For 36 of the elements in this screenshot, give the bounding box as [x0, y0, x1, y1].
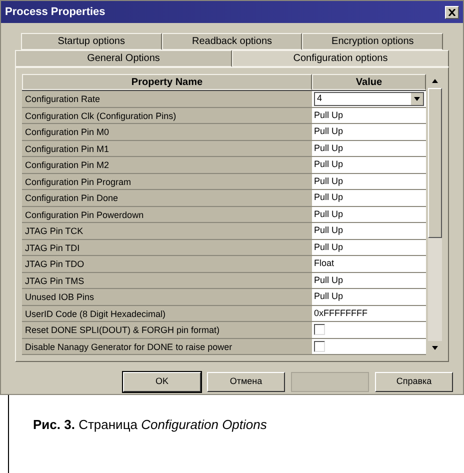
- window-title: Process Properties: [5, 4, 106, 20]
- property-name-cell: JTAG Pin TDI: [22, 240, 312, 255]
- scroll-thumb[interactable]: [428, 88, 442, 238]
- close-icon: [448, 8, 456, 16]
- property-name-cell: Configuration Clk (Configuration Pins): [22, 108, 312, 123]
- property-name-cell: Unused IOB Pins: [22, 289, 312, 304]
- property-name-cell: Configuration Pin M1: [22, 140, 312, 156]
- checkbox[interactable]: [314, 340, 325, 352]
- tab[interactable]: Encryption options: [302, 33, 444, 50]
- property-name-cell: UserID Code (8 Digit Hexadecimal): [22, 306, 312, 321]
- property-name-cell: JTAG Pin TDO: [22, 256, 312, 272]
- tab[interactable]: Configuration options: [232, 50, 449, 67]
- dialog-button[interactable]: OK: [123, 372, 201, 392]
- tab[interactable]: Readback options: [162, 33, 302, 50]
- dialog-button[interactable]: Справка: [375, 372, 453, 392]
- property-name-cell: Configuration Rate: [22, 91, 312, 106]
- property-name-cell: JTAG Pin TCK: [22, 223, 312, 238]
- property-name-cell: Configuration Pin Program: [22, 174, 312, 189]
- column-header: Value: [312, 74, 426, 90]
- property-name-cell: Disable Nanagy Generator for DONE to raise power: [22, 338, 312, 354]
- dialog-button[interactable]: Отмена: [207, 372, 285, 392]
- tab[interactable]: General Options: [15, 50, 232, 67]
- dropdown-value: 4: [317, 92, 322, 105]
- close-button[interactable]: [445, 6, 459, 18]
- figure-caption: Рис. 3. Страница Configuration Options: [33, 417, 267, 432]
- property-name-cell: Configuration Pin Powerdown: [22, 206, 312, 222]
- property-name-cell: JTAG Pin TMS: [22, 272, 312, 288]
- value-field[interactable]: Float: [314, 257, 334, 270]
- column-header: Property Name: [22, 74, 312, 90]
- property-name-cell: Reset DONE SPLI(DOUT) & FORGH pin format): [22, 322, 312, 338]
- property-name-cell: Configuration Pin Done: [22, 190, 312, 206]
- checkbox[interactable]: [314, 324, 325, 336]
- tab[interactable]: Startup options: [21, 33, 162, 50]
- property-name-cell: Configuration Pin M2: [22, 157, 312, 172]
- property-name-cell: Configuration Pin M0: [22, 124, 312, 140]
- value-dropdown[interactable]: 4: [314, 92, 424, 106]
